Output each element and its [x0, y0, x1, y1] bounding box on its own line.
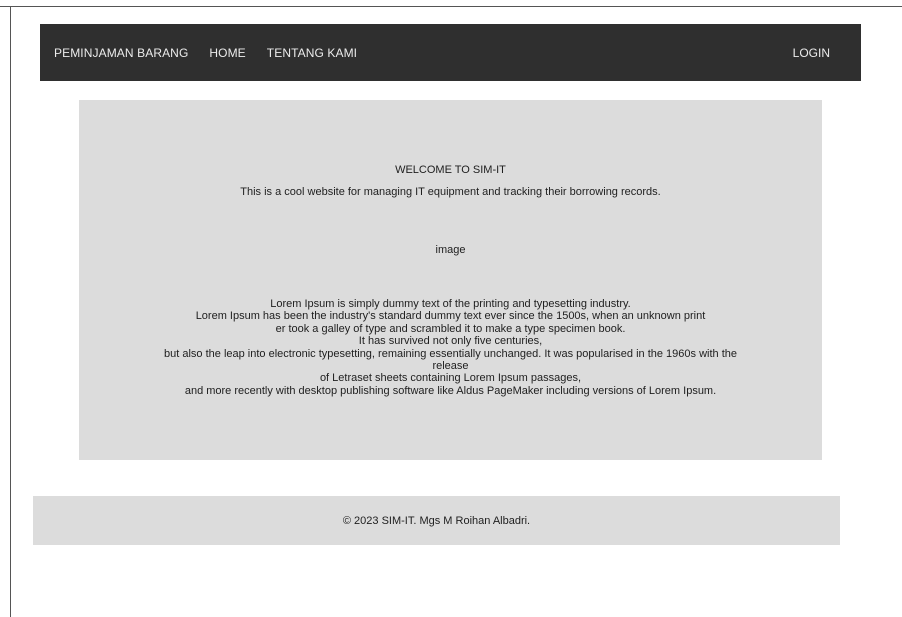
nav-item-tentang-kami[interactable]: TENTANG KAMI: [267, 46, 357, 60]
hero-description: Lorem Ipsum is simply dummy text of the …: [89, 298, 812, 397]
description-line: It has survived not only five centuries,: [358, 335, 543, 348]
description-line: er took a galley of type and scrambled i…: [275, 322, 626, 335]
nav-brand-link[interactable]: PEMINJAMAN BARANG: [54, 46, 188, 60]
description-line: Lorem Ipsum is simply dummy text of the …: [270, 298, 631, 310]
description-line: and more recently with desktop publishin…: [184, 384, 717, 397]
description-line: release: [432, 360, 469, 373]
hero-section: WELCOME TO SIM-IT This is a cool website…: [79, 100, 822, 460]
hero-subtitle: This is a cool website for managing IT e…: [240, 186, 661, 198]
footer-copyright: © 2023 SIM-IT. Mgs M Roihan Albadri.: [342, 514, 531, 527]
nav-item-home[interactable]: HOME: [209, 46, 245, 60]
hero-title: WELCOME TO SIM-IT: [395, 164, 506, 176]
footer: © 2023 SIM-IT. Mgs M Roihan Albadri.: [33, 496, 840, 545]
frame-border-top: [0, 6, 902, 7]
hero-image-placeholder: image: [435, 244, 466, 256]
nav-login-link[interactable]: LOGIN: [793, 46, 830, 60]
description-line: of Letraset sheets containing Lorem Ipsu…: [319, 372, 582, 385]
navbar: PEMINJAMAN BARANG HOME TENTANG KAMI LOGI…: [40, 24, 861, 81]
description-line: but also the leap into electronic typese…: [164, 347, 737, 360]
description-line: Lorem Ipsum has been the industry's stan…: [195, 310, 706, 323]
frame-border-left: [10, 6, 11, 617]
